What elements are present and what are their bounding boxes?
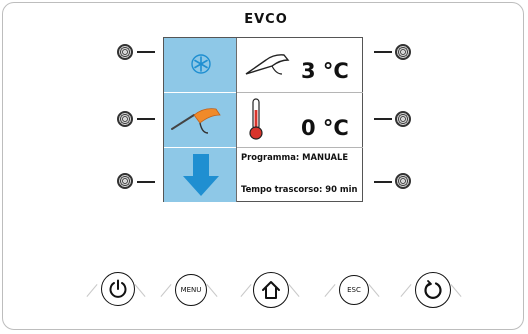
mode-tile-cooling[interactable]: [164, 38, 236, 92]
row-divider: [237, 147, 363, 148]
probe-icon: [245, 54, 290, 75]
side-button-right-1[interactable]: [395, 44, 411, 60]
screen-divider: [236, 38, 237, 202]
row-divider: [237, 92, 363, 93]
menu-button[interactable]: MENU: [175, 274, 207, 306]
start-stop-button[interactable]: [415, 272, 451, 308]
side-connector: [374, 118, 392, 120]
side-button-right-3[interactable]: [395, 173, 411, 189]
power-button[interactable]: [101, 272, 135, 306]
cycle-icon: [424, 280, 442, 299]
brand-logo: EVCO: [238, 10, 294, 28]
evco-logo: EVCO: [244, 12, 288, 27]
side-button-left-2[interactable]: [117, 111, 133, 127]
side-connector: [137, 118, 155, 120]
side-button-left-1[interactable]: [117, 44, 133, 60]
probe-temperature: 3 °C: [301, 59, 349, 83]
power-icon: [109, 279, 127, 298]
mode-tile-probe[interactable]: [164, 93, 236, 147]
svg-text:EVCO: EVCO: [244, 12, 288, 27]
side-button-right-2[interactable]: [395, 111, 411, 127]
thermometer-icon: [249, 98, 263, 140]
lcd-screen: 3 °C 0 °C Programma: MANUALE Tempo trasc…: [163, 37, 363, 202]
elapsed-time: Tempo trascorso: 90 min: [241, 184, 358, 194]
esc-button[interactable]: ESC: [339, 275, 369, 305]
down-arrow-button[interactable]: [164, 148, 236, 202]
side-connector: [374, 181, 392, 183]
cabinet-temperature: 0 °C: [301, 116, 349, 140]
program-status: Programma: MANUALE: [241, 152, 349, 162]
side-connector: [374, 51, 392, 53]
core-probe-icon: [171, 108, 221, 134]
home-icon: [262, 281, 280, 299]
down-arrow-icon: [183, 154, 219, 196]
snowflake-icon: [191, 54, 211, 74]
home-button[interactable]: [253, 272, 289, 308]
side-connector: [137, 51, 155, 53]
side-button-left-3[interactable]: [117, 173, 133, 189]
side-connector: [137, 181, 155, 183]
